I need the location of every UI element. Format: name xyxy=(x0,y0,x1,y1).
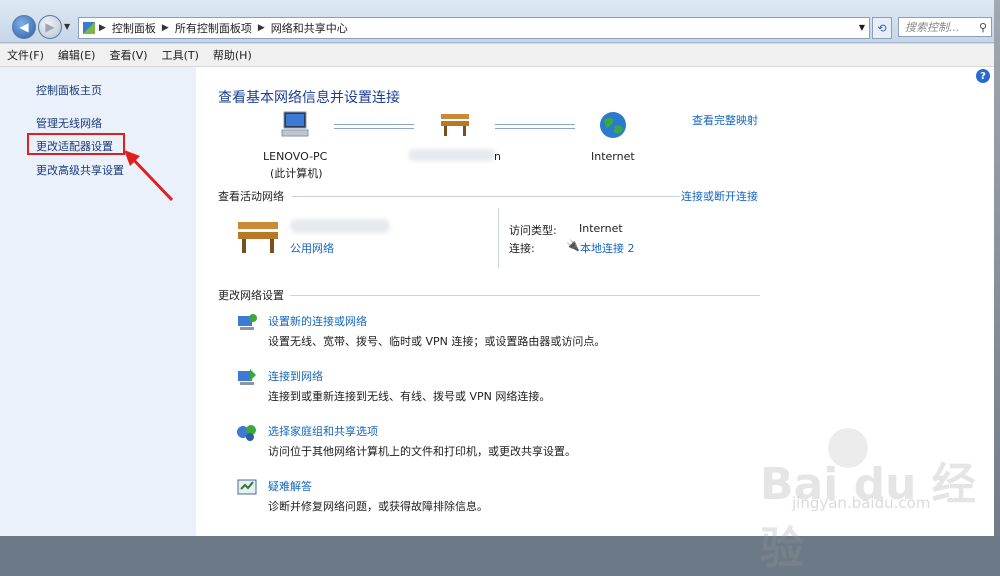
search-icon[interactable]: ⚲ xyxy=(979,21,987,34)
address-dropdown-icon[interactable]: ▼ xyxy=(855,18,869,36)
breadcrumb-control-panel[interactable]: 控制面板 xyxy=(106,20,162,36)
search-placeholder: 搜索控制... xyxy=(905,21,960,34)
refresh-icon: ⟲ xyxy=(877,21,887,35)
ethernet-icon: 🔌 xyxy=(566,239,580,252)
breadcrumb-separator-icon[interactable]: ▶ xyxy=(162,23,169,33)
public-network-icon xyxy=(238,222,278,253)
computer-name: LENOVO-PC xyxy=(263,150,328,163)
troubleshoot-icon xyxy=(237,479,257,495)
sidebar-item-control-panel-home[interactable]: 控制面板主页 xyxy=(36,82,102,98)
breadcrumb-separator-icon[interactable]: ▶ xyxy=(99,23,106,33)
connection-label: 连接: xyxy=(509,242,535,255)
recent-pages-dropdown-icon[interactable]: ▼ xyxy=(64,22,70,31)
access-type-label: 访问类型: xyxy=(509,224,557,237)
watermark-brand: Bai du 经验 xyxy=(760,459,976,574)
task-connect-link[interactable]: 连接到网络 xyxy=(268,368,323,384)
network-connection-line xyxy=(334,124,414,129)
divider xyxy=(290,295,760,296)
window-edge xyxy=(994,0,1000,536)
computer-sub-label: (此计算机) xyxy=(270,167,323,180)
menu-bar: 文件(F) 编辑(E) 查看(V) 工具(T) 帮助(H) xyxy=(0,44,994,67)
blurred-network-name xyxy=(408,149,496,161)
change-settings-heading: 更改网络设置 xyxy=(218,289,284,302)
menu-tools[interactable]: 工具(T) xyxy=(155,47,206,63)
connect-disconnect-link[interactable]: 连接或断开连接 xyxy=(681,188,758,204)
connect-network-icon xyxy=(238,369,256,385)
menu-file[interactable]: 文件(F) xyxy=(0,47,51,63)
highlight-box xyxy=(27,133,125,155)
watermark-url: jingyan.baidu.com xyxy=(792,494,931,512)
back-arrow-icon: ◀ xyxy=(19,20,29,34)
network-name-tail: n xyxy=(494,150,501,163)
divider xyxy=(292,196,680,197)
control-panel-icon xyxy=(83,22,95,34)
refresh-button[interactable]: ⟲ xyxy=(872,17,892,39)
task-connect-desc: 连接到或重新连接到无线、有线、拨号或 VPN 网络连接。 xyxy=(268,390,551,403)
menu-help[interactable]: 帮助(H) xyxy=(206,47,259,63)
sidebar-item-manage-wireless[interactable]: 管理无线网络 xyxy=(36,115,102,131)
vertical-divider xyxy=(498,208,499,268)
task-homegroup-desc: 访问位于其他网络计算机上的文件和打印机，或更改共享设置。 xyxy=(268,445,576,458)
address-bar[interactable]: ▶ 控制面板 ▶ 所有控制面板项 ▶ 网络和共享中心 ▼ xyxy=(78,17,870,39)
task-homegroup-link[interactable]: 选择家庭组和共享选项 xyxy=(268,423,378,439)
forward-arrow-icon: ▶ xyxy=(45,20,55,34)
red-arrow-annotation xyxy=(124,150,174,202)
new-connection-icon xyxy=(238,314,257,330)
local-connection-link[interactable]: 本地连接 2 xyxy=(580,240,635,256)
breadcrumb-all-items[interactable]: 所有控制面板项 xyxy=(169,20,258,36)
task-new-connection-desc: 设置无线、宽带、拨号、临时或 VPN 连接；或设置路由器或访问点。 xyxy=(268,335,606,348)
task-troubleshoot-link[interactable]: 疑难解答 xyxy=(268,478,312,494)
internet-label: Internet xyxy=(591,150,635,163)
internet-connection-line xyxy=(495,124,575,129)
back-button[interactable]: ◀ xyxy=(12,15,36,39)
explorer-window: ◀ ▶ ▼ ▶ 控制面板 ▶ 所有控制面板项 ▶ 网络和共享中心 ▼ ⟲ 搜索控… xyxy=(0,0,1000,574)
help-icon[interactable]: ? xyxy=(976,69,990,83)
menu-view[interactable]: 查看(V) xyxy=(102,47,154,63)
globe-icon xyxy=(600,112,626,138)
task-troubleshoot-desc: 诊断并修复网络问题，或获得故障排除信息。 xyxy=(268,500,488,513)
blurred-active-network-name xyxy=(290,219,390,233)
access-type-value: Internet xyxy=(579,222,623,235)
address-toolbar: ◀ ▶ ▼ ▶ 控制面板 ▶ 所有控制面板项 ▶ 网络和共享中心 ▼ ⟲ 搜索控… xyxy=(0,0,1000,43)
sidebar-item-advanced-sharing[interactable]: 更改高级共享设置 xyxy=(36,162,124,178)
homegroup-icon xyxy=(237,425,256,441)
computer-icon xyxy=(281,111,309,137)
network-type-link[interactable]: 公用网络 xyxy=(290,240,334,256)
breadcrumb-network-center[interactable]: 网络和共享中心 xyxy=(265,20,354,36)
active-networks-heading: 查看活动网络 xyxy=(218,190,284,203)
public-network-bench-icon xyxy=(441,114,469,136)
page-title: 查看基本网络信息并设置连接 xyxy=(218,90,400,106)
view-full-map-link[interactable]: 查看完整映射 xyxy=(692,112,758,128)
menu-edit[interactable]: 编辑(E) xyxy=(51,47,103,63)
breadcrumb-separator-icon[interactable]: ▶ xyxy=(258,23,265,33)
task-new-connection-link[interactable]: 设置新的连接或网络 xyxy=(268,313,367,329)
forward-button[interactable]: ▶ xyxy=(38,15,62,39)
search-input[interactable]: 搜索控制... ⚲ xyxy=(898,17,992,37)
